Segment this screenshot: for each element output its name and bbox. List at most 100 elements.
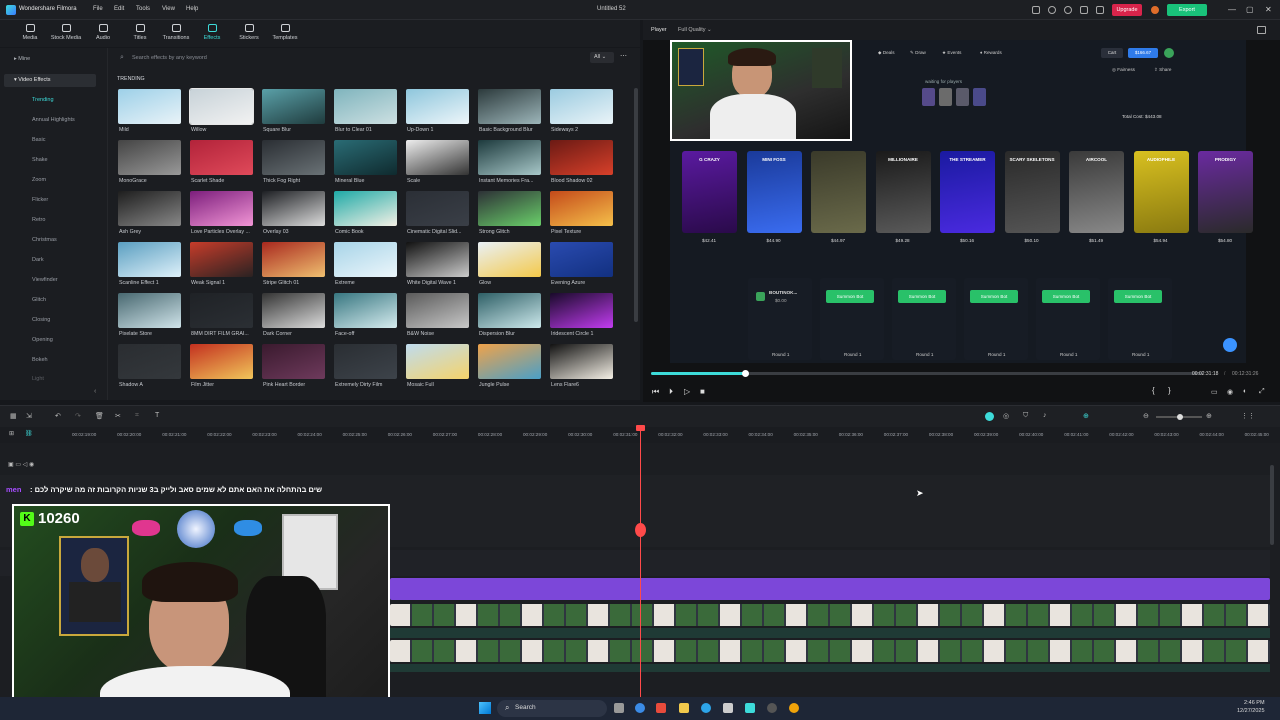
effect-thumbnail[interactable] — [406, 89, 469, 124]
sidebar-item-retro[interactable]: Retro — [32, 217, 45, 223]
select-tool-icon[interactable]: ⇲ — [26, 412, 32, 420]
sidebar-item-opening[interactable]: Opening — [32, 337, 53, 343]
mark-in-icon[interactable]: { — [1152, 386, 1155, 395]
effect-thumbnail[interactable] — [262, 191, 325, 226]
sidebar-item-zoom[interactable]: Zoom — [32, 177, 46, 183]
store-icon[interactable] — [723, 703, 733, 713]
sidebar-item-bokeh[interactable]: Bokeh — [32, 357, 48, 363]
close-icon[interactable]: ✕ — [1265, 5, 1272, 14]
sidebar-item-light[interactable]: Light — [32, 376, 44, 382]
effect-thumbnail[interactable] — [190, 344, 253, 379]
effect-thumbnail[interactable] — [406, 191, 469, 226]
collapse-sidebar-icon[interactable]: ‹ — [94, 388, 96, 395]
split-icon[interactable]: ✂ — [115, 412, 121, 420]
chrome-icon[interactable] — [789, 703, 799, 713]
tab-audio[interactable]: Audio — [84, 23, 122, 41]
effect-thumbnail[interactable] — [334, 140, 397, 175]
effect-thumbnail[interactable] — [478, 191, 541, 226]
effect-thumbnail[interactable] — [118, 140, 181, 175]
avatar-icon[interactable] — [1151, 6, 1159, 14]
effect-thumbnail[interactable] — [550, 242, 613, 277]
effect-thumbnail[interactable] — [478, 344, 541, 379]
effect-thumbnail[interactable] — [550, 89, 613, 124]
notification-icon[interactable] — [1064, 6, 1072, 14]
text-icon[interactable]: T — [155, 412, 159, 419]
layout-icon[interactable] — [1032, 6, 1040, 14]
tab-effects[interactable]: Effects — [193, 23, 231, 41]
tab-templates[interactable]: Templates — [266, 23, 304, 41]
link-icon[interactable]: ⛓ — [25, 430, 33, 437]
add-track-icon[interactable]: ⊞ — [9, 430, 14, 437]
effect-thumbnail[interactable] — [550, 191, 613, 226]
file-explorer-icon[interactable] — [679, 703, 689, 713]
zoom-slider-handle[interactable] — [1177, 414, 1183, 420]
effect-thumbnail[interactable] — [334, 191, 397, 226]
sidebar-item-christmas[interactable]: Christmas — [32, 237, 57, 243]
video-clip-2[interactable] — [390, 640, 1270, 662]
filmora-taskbar-icon[interactable] — [745, 703, 755, 713]
effect-thumbnail[interactable] — [334, 344, 397, 379]
obs-icon[interactable] — [767, 703, 777, 713]
effect-thumbnail[interactable] — [334, 293, 397, 328]
undo-icon[interactable]: ↶ — [55, 412, 61, 420]
sidebar-item-glitch[interactable]: Glitch — [32, 297, 46, 303]
tab-transitions[interactable]: Transitions — [157, 23, 195, 41]
edge-icon[interactable] — [701, 703, 711, 713]
taskbar-search[interactable]: ⌕ Search — [497, 700, 607, 717]
render-icon[interactable]: ◎ — [1003, 412, 1009, 420]
effect-thumbnail[interactable] — [190, 140, 253, 175]
effect-thumbnail[interactable] — [406, 344, 469, 379]
play-icon[interactable]: ▷ — [684, 387, 690, 396]
effect-thumbnail[interactable] — [550, 293, 613, 328]
effect-thumbnail[interactable] — [334, 242, 397, 277]
copilot-icon[interactable] — [635, 703, 645, 713]
effect-thumbnail[interactable] — [190, 191, 253, 226]
effect-thumbnail[interactable] — [189, 88, 254, 125]
effect-thumbnail[interactable] — [550, 344, 613, 379]
minimize-icon[interactable]: — — [1228, 5, 1236, 14]
snap-icon[interactable]: ⊕ — [1083, 412, 1089, 420]
effect-thumbnail[interactable] — [334, 89, 397, 124]
playback-scrubber-handle[interactable] — [741, 370, 749, 377]
effect-thumbnail[interactable] — [478, 242, 541, 277]
effect-thumbnail[interactable] — [118, 89, 181, 124]
effects-search-input[interactable]: Search effects by any keyword — [116, 52, 596, 64]
effect-thumbnail[interactable] — [478, 293, 541, 328]
menu-help[interactable]: Help — [186, 6, 198, 12]
display-icon[interactable]: ▭ — [1211, 388, 1218, 396]
zoom-in-icon[interactable]: ⊕ — [1206, 412, 1212, 420]
effect-thumbnail[interactable] — [262, 242, 325, 277]
timeline-settings-icon[interactable]: ⋮⋮ — [1241, 412, 1255, 420]
effects-filter-select[interactable]: All ⌄ — [590, 52, 614, 63]
gift-icon[interactable] — [1096, 6, 1104, 14]
sidebar-item-closing[interactable]: Closing — [32, 317, 50, 323]
play-reverse-icon[interactable]: ⏵ — [669, 387, 673, 397]
cloud-icon[interactable] — [1048, 6, 1056, 14]
effect-thumbnail[interactable] — [262, 344, 325, 379]
prev-frame-icon[interactable]: ⏮ — [652, 387, 659, 397]
audio-clip-2[interactable] — [390, 664, 1270, 672]
effect-thumbnail[interactable] — [478, 89, 541, 124]
tab-titles[interactable]: Titles — [121, 23, 159, 41]
effect-thumbnail[interactable] — [406, 140, 469, 175]
mic-icon[interactable]: ♪ — [1043, 412, 1047, 419]
audio-meter-icon[interactable]: ◐ — [1243, 388, 1247, 395]
video-clip-1[interactable] — [390, 604, 1270, 626]
sidebar-mine[interactable]: ▸ Mine — [14, 56, 30, 62]
app-icon[interactable] — [656, 703, 666, 713]
effect-thumbnail[interactable] — [406, 293, 469, 328]
save-icon[interactable] — [1080, 6, 1088, 14]
sidebar-item-dark[interactable]: Dark — [32, 257, 44, 263]
tab-stickers[interactable]: Stickers — [230, 23, 268, 41]
effects-scrollbar[interactable] — [634, 88, 638, 322]
effect-thumbnail[interactable] — [190, 242, 253, 277]
effect-thumbnail[interactable] — [406, 242, 469, 277]
sidebar-item-viewfinder[interactable]: Viewfinder — [32, 277, 58, 283]
sidebar-item-basic[interactable]: Basic — [32, 137, 45, 143]
redo-icon[interactable]: ↷ — [75, 412, 81, 420]
effect-thumbnail[interactable] — [262, 89, 325, 124]
export-button[interactable]: Export — [1167, 4, 1207, 16]
mark-out-icon[interactable]: } — [1168, 386, 1171, 395]
more-options-icon[interactable]: ⋯ — [620, 52, 627, 60]
stop-icon[interactable]: ■ — [700, 387, 705, 396]
